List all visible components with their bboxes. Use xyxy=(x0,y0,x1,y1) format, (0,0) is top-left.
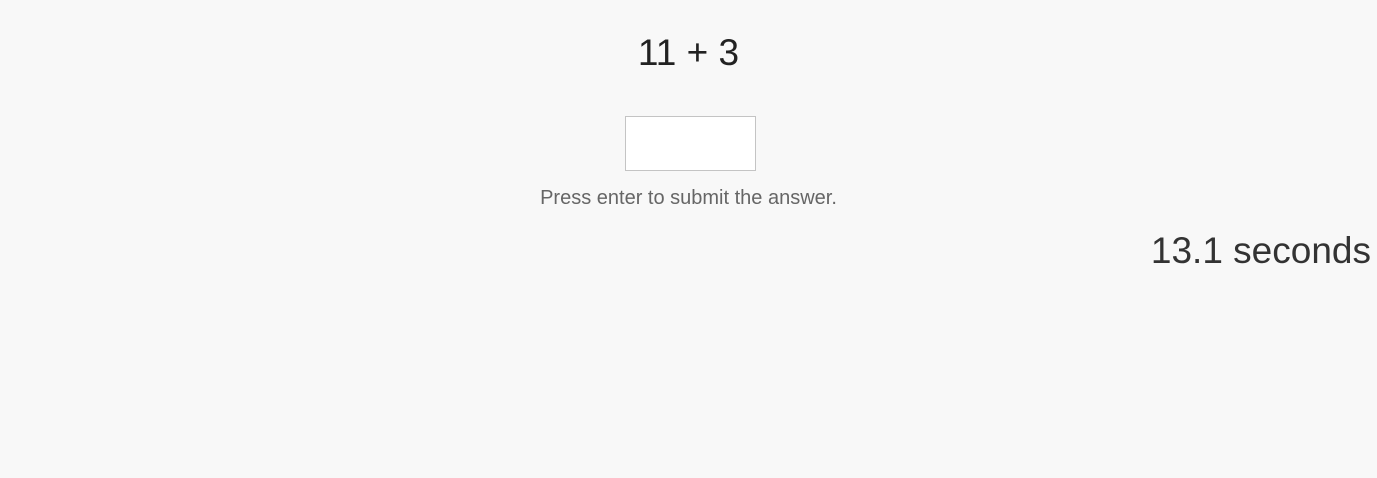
math-problem: 11 + 3 xyxy=(637,32,740,73)
arithmetic-game-page: 11 + 3 Press enter to submit the answer.… xyxy=(0,0,1377,478)
timer-readout: 13.1 seconds xyxy=(1150,230,1371,271)
answer-input[interactable] xyxy=(625,116,756,171)
submit-hint: Press enter to submit the answer. xyxy=(540,187,837,209)
